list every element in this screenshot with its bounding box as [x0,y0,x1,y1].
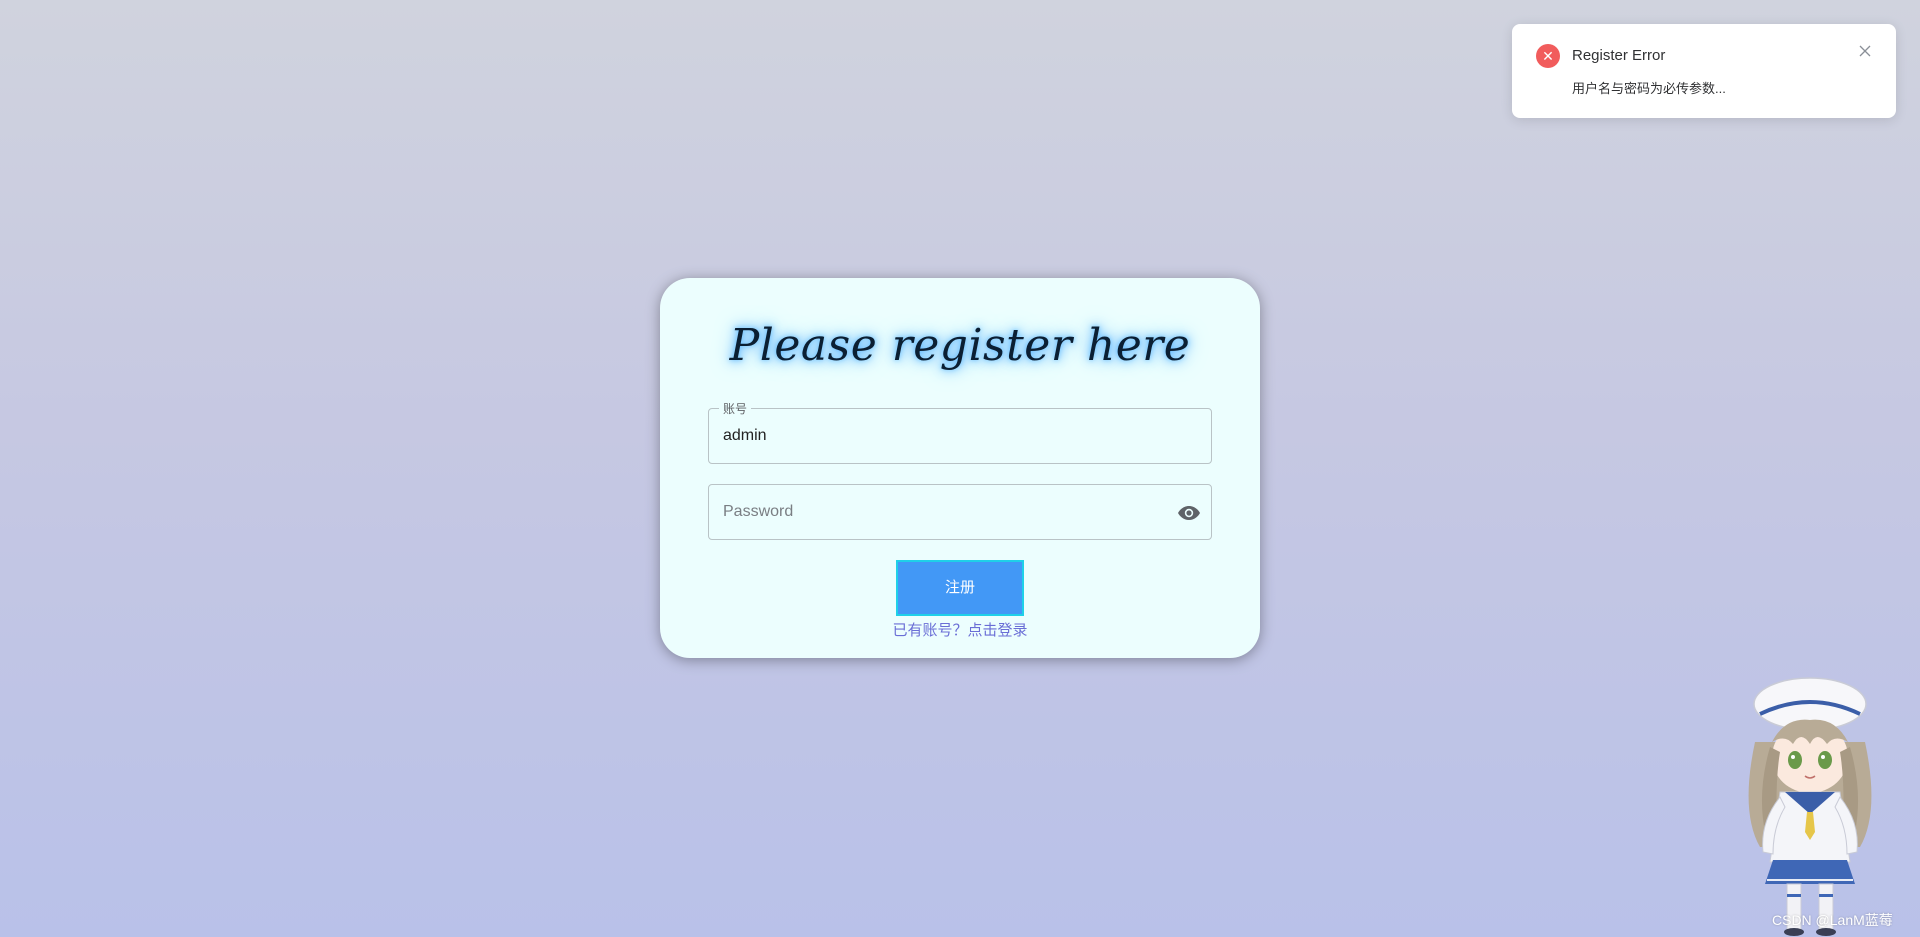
eye-icon[interactable] [1177,503,1201,523]
watermark: CSDN @LanM蓝莓 [1772,912,1893,928]
error-icon: ✕ [1536,44,1560,68]
error-notification: ✕ Register Error 用户名与密码为必传参数... [1512,24,1896,118]
username-field[interactable]: 账号 [708,400,1212,464]
password-field[interactable] [708,484,1212,540]
username-input[interactable] [709,409,1211,463]
register-card: Please register here 账号 注册 已有账号？点击登录 [660,278,1260,658]
chibi-sailor-girl-mascot-icon [1748,677,1872,936]
notification-title: Register Error [1572,47,1666,64]
close-icon[interactable] [1858,44,1872,58]
password-input[interactable] [709,485,1211,539]
page-title: Please register here [729,320,1191,371]
login-link[interactable]: 已有账号？点击登录 [660,619,1260,640]
notification-message: 用户名与密码为必传参数... [1572,81,1726,96]
register-button[interactable]: 注册 [896,560,1024,616]
